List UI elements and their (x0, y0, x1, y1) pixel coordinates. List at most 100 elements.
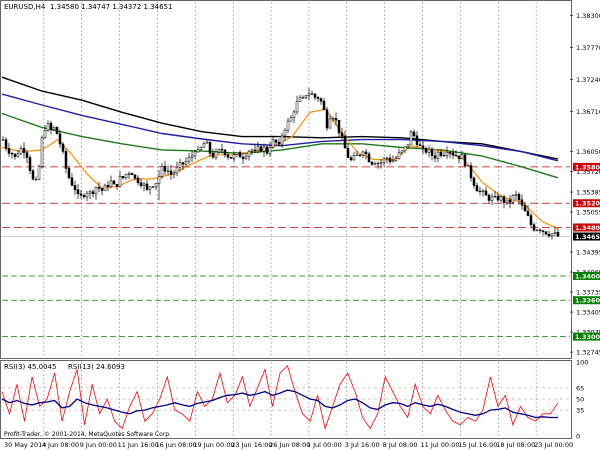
candle-body (172, 172, 176, 175)
rsi-tick-label: 65 (576, 384, 584, 392)
candle-body (97, 186, 101, 189)
candle-body (367, 153, 371, 163)
candle-body (127, 173, 131, 175)
candle-body (469, 165, 473, 179)
candle-body (25, 152, 29, 158)
rsi3-label: RSI(3) 45.0045 (4, 363, 56, 371)
candle-body (544, 231, 548, 235)
candle-body (82, 195, 86, 198)
candle-body (502, 196, 506, 204)
candle-body (472, 177, 476, 186)
candle-body (55, 126, 59, 135)
candle-body (250, 149, 254, 152)
price-tick-label: 1.36050 (576, 148, 600, 156)
candle-body (52, 126, 56, 131)
candle-body (289, 117, 293, 122)
candle-body (118, 176, 122, 187)
time-tick-label: 15 Jul 16:00 (458, 441, 497, 449)
candle-body (439, 151, 443, 156)
time-tick-label: 1 Jul 00:00 (307, 441, 342, 449)
time-tick-label: 11 Jun 16:00 (118, 441, 159, 449)
candle-body (349, 157, 353, 161)
candle-body (112, 180, 116, 185)
candle-body (445, 152, 449, 156)
candle-body (226, 154, 230, 158)
candle-body (181, 162, 185, 165)
candle-body (4, 139, 8, 149)
candle-body (313, 93, 317, 98)
current-price-label: 1.34651 (575, 233, 600, 241)
time-tick-label: 9 Jun 00:00 (80, 441, 117, 449)
candle-body (331, 118, 335, 120)
candle-body (190, 155, 194, 158)
price-level-label: 1.34800 (575, 224, 600, 232)
candle-body (121, 176, 125, 179)
candle-body (442, 155, 446, 157)
candle-body (304, 94, 308, 98)
candle-body (316, 97, 320, 99)
candle-body (433, 155, 437, 159)
candle-body (223, 149, 227, 155)
candle-body (508, 199, 512, 203)
candle-body (139, 182, 143, 186)
candle-body (430, 149, 434, 156)
rsi-tick-label: 100 (576, 359, 588, 367)
candle-body (427, 149, 431, 153)
candle-body (1, 139, 5, 141)
candle-body (340, 132, 344, 137)
candle-body (286, 120, 290, 131)
candle-body (187, 157, 191, 162)
candle-body (373, 163, 377, 165)
candle-body (301, 97, 305, 99)
candle-body (481, 190, 485, 192)
candle-body (73, 185, 77, 191)
candle-body (19, 148, 23, 155)
candle-body (274, 139, 278, 143)
candle-body (418, 144, 422, 146)
candle-body (205, 142, 209, 144)
candle-body (385, 157, 389, 160)
candle-body (334, 118, 338, 121)
candle-body (157, 176, 161, 184)
price-tick-label: 1.37240 (576, 76, 600, 84)
candle-body (520, 199, 524, 206)
candle-body (202, 142, 206, 148)
price-tick-label: 1.38300 (576, 12, 600, 20)
candle-body (346, 147, 350, 158)
price-level-label: 1.33000 (575, 333, 600, 341)
time-tick-label: 4 Jun 08:00 (42, 441, 79, 449)
candle-body (37, 166, 41, 180)
candle-body (550, 233, 554, 237)
candle-body (163, 165, 167, 172)
time-tick-label: 23 Jun 16:00 (231, 441, 272, 449)
candle-body (352, 155, 356, 161)
candle-body (553, 232, 557, 235)
candle-body (523, 204, 527, 212)
candle-body (484, 190, 488, 196)
price-level-label: 1.35800 (575, 163, 600, 171)
candle-body (361, 151, 365, 156)
candle-body (211, 153, 215, 158)
rsi13-label: RSI(13) 24.6093 (68, 363, 125, 371)
candle-body (244, 155, 248, 159)
candle-body (31, 170, 35, 180)
candle-body (247, 151, 251, 157)
candle-body (148, 186, 152, 190)
candle-body (193, 151, 197, 157)
candle-body (88, 191, 92, 194)
candle-body (463, 154, 467, 167)
candle-body (409, 131, 413, 145)
candle-body (511, 195, 515, 203)
candle-body (265, 146, 269, 154)
time-axis: 30 May 20144 Jun 08:00 9 Jun 00:00 11 Jun … (4, 441, 573, 449)
price-tick-label: 1.35385 (576, 189, 600, 197)
candle-body (22, 148, 26, 153)
candle-body (310, 93, 314, 95)
price-level-label: 1.35200 (575, 200, 600, 208)
candle-body (43, 130, 47, 138)
candle-body (496, 195, 500, 201)
rsi-tick-label: 0 (576, 433, 580, 441)
candle-body (382, 158, 386, 163)
candle-body (499, 196, 503, 201)
ohlc-values: 1.34580 1.34747 1.34372 1.34651 (50, 3, 172, 11)
